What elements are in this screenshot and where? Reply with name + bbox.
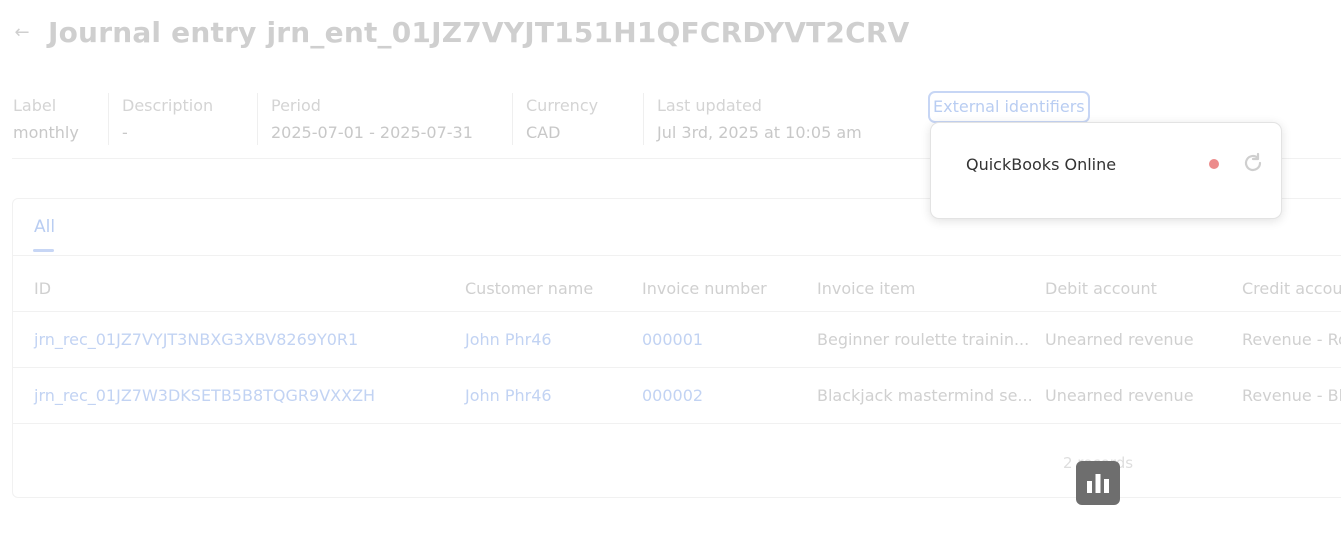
column-header-customer-name[interactable]: Customer name (465, 279, 593, 298)
meta-label: Label monthly (0, 93, 109, 145)
meta-description-caption: Description (122, 96, 214, 115)
column-header-invoice-item[interactable]: Invoice item (817, 279, 915, 298)
meta-period-value: 2025-07-01 - 2025-07-31 (271, 123, 473, 142)
row-debit-account: Unearned revenue (1045, 386, 1194, 405)
journal-entry-page: ← Journal entry jrn_ent_01JZ7VYJT151H1QF… (0, 0, 1341, 536)
meta-currency-caption: Currency (526, 96, 599, 115)
tab-all[interactable]: All (34, 217, 55, 237)
header-row-divider (13, 311, 1341, 312)
meta-currency: Currency CAD (513, 93, 644, 145)
page-title: Journal entry jrn_ent_01JZ7VYJT151H1QFCR… (48, 15, 910, 49)
back-arrow-icon[interactable]: ← (12, 22, 32, 43)
meta-description-value: - (122, 123, 128, 142)
sync-icon[interactable] (1241, 151, 1265, 175)
row-invoice-item: Beginner roulette trainin... (817, 330, 1030, 349)
row-divider (13, 367, 1341, 368)
meta-currency-value: CAD (526, 123, 561, 142)
meta-last-updated: Last updated Jul 3rd, 2025 at 10:05 am (644, 93, 902, 145)
row-customer-link[interactable]: John Phr46 (465, 330, 552, 349)
integration-name: QuickBooks Online (966, 155, 1117, 174)
column-header-id[interactable]: ID (34, 279, 51, 298)
row-id-link[interactable]: jrn_rec_01JZ7VYJT3NBXG3XBV8269Y0R1 (34, 330, 358, 349)
row-invoice-number-link[interactable]: 000002 (642, 386, 703, 405)
row-invoice-number-link[interactable]: 000001 (642, 330, 703, 349)
meta-last-updated-caption: Last updated (657, 96, 762, 115)
page-header: ← Journal entry jrn_ent_01JZ7VYJT151H1QF… (12, 12, 909, 52)
journal-metadata: Label monthly Description - Period 2025-… (0, 93, 902, 153)
meta-period-caption: Period (271, 96, 321, 115)
tab-active-indicator (33, 249, 54, 252)
row-credit-account: Revenue - Ro (1242, 330, 1341, 349)
row-invoice-item: Blackjack mastermind se... (817, 386, 1033, 405)
bar-chart-icon (1087, 474, 1109, 493)
meta-description: Description - (109, 93, 258, 145)
column-header-invoice-number[interactable]: Invoice number (642, 279, 767, 298)
meta-label-value: monthly (13, 123, 79, 142)
row-divider (13, 423, 1341, 424)
column-header-credit-account[interactable]: Credit accou (1242, 279, 1341, 298)
sync-status-dot (1209, 159, 1219, 169)
row-customer-link[interactable]: John Phr46 (465, 386, 552, 405)
tab-divider (13, 255, 1341, 256)
meta-label-caption: Label (13, 96, 57, 115)
external-identifiers-button[interactable]: External identifiers (928, 91, 1090, 123)
row-credit-account: Revenue - Bla (1242, 386, 1341, 405)
row-debit-account: Unearned revenue (1045, 330, 1194, 349)
journal-records-card: All ID Customer name Invoice number Invo… (12, 198, 1341, 498)
row-id-link[interactable]: jrn_rec_01JZ7W3DKSETB5B8TQGR9VXXZH (34, 386, 375, 405)
meta-last-updated-value: Jul 3rd, 2025 at 10:05 am (657, 123, 862, 142)
column-header-debit-account[interactable]: Debit account (1045, 279, 1157, 298)
meta-period: Period 2025-07-01 - 2025-07-31 (258, 93, 513, 145)
analytics-button[interactable] (1076, 461, 1120, 505)
external-identifiers-popover: QuickBooks Online (930, 122, 1282, 219)
